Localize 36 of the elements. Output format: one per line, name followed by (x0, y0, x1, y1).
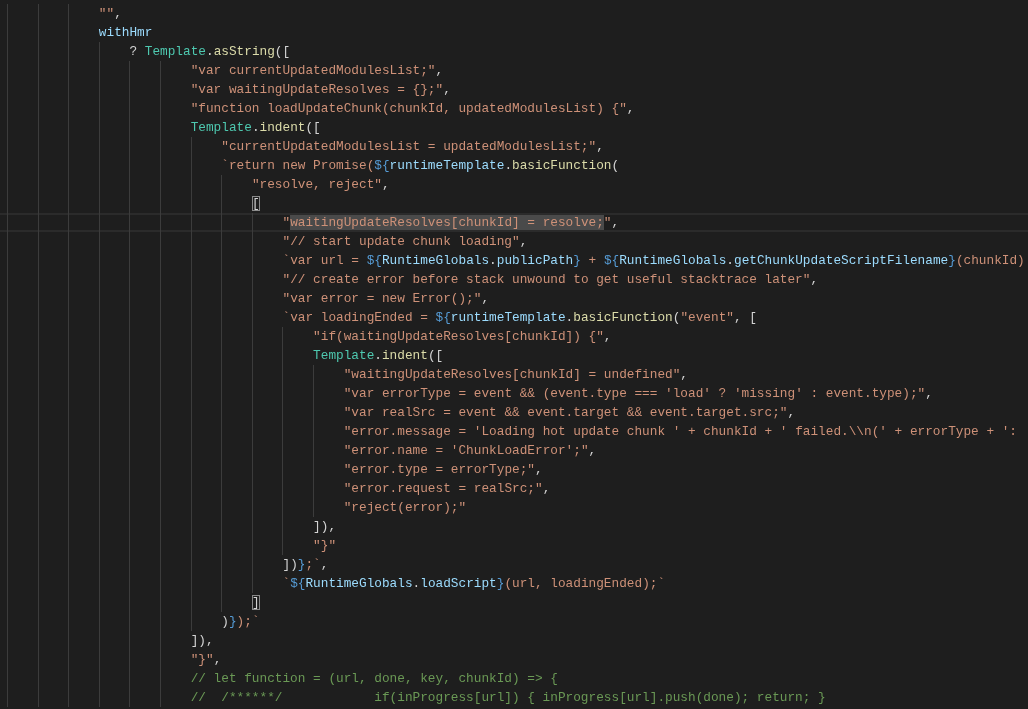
code-line: "var realSrc = event && event.target && event.target.src;", (343, 404, 796, 422)
code-line: "var error = new Error();", (282, 290, 490, 308)
code-line: withHmr (98, 24, 153, 42)
code-line: [ (251, 195, 260, 213)
code-line: "var errorType = event && (event.type === 'load' ? 'missing' : event.type);", (343, 385, 933, 403)
code-line: // /******/ if(inProgress[url]) { inProgress[url].push(done); return; } (190, 689, 826, 707)
code-line: `var loadingEnded = ${runtimeTemplate.basicFunction("event", [ (282, 309, 757, 327)
code-line: "}" (313, 537, 337, 555)
code-line: "error.type = errorType;", (343, 461, 543, 479)
code-line: "var waitingUpdateResolves = {};", (190, 81, 451, 99)
code-line: "reject(error);" (343, 499, 467, 517)
code-line: ] (251, 594, 260, 612)
code-line: ])};`, (282, 556, 329, 574)
code-line: Template.indent([ (190, 119, 321, 137)
code-line: ]), (190, 632, 214, 650)
code-line: "error.message = 'Loading hot update chunk ' + chunkId + ' failed.\\n(' + errorType + ': (343, 423, 1017, 441)
code-line: "function loadUpdateChunk(chunkId, updatedModulesList) {", (190, 100, 635, 118)
code-line: `${RuntimeGlobals.loadScript}(url, loadingEnded);` (282, 575, 666, 593)
code-line: "currentUpdatedModulesList = updatedModulesList;", (221, 138, 604, 156)
code-line: )});` (221, 613, 260, 631)
code-line: "waitingUpdateResolves[chunkId] = undefined", (343, 366, 688, 384)
code-line: ]), (313, 518, 337, 536)
code-line: "", (98, 5, 122, 23)
code-line: "var currentUpdatedModulesList;", (190, 62, 444, 80)
code-line: `return new Promise(${runtimeTemplate.basicFunction( (221, 157, 620, 175)
code-line: "error.request = realSrc;", (343, 480, 551, 498)
code-line: "if(waitingUpdateResolves[chunkId]) {", (313, 328, 612, 346)
code-line: ? Template.asString([ (129, 43, 291, 61)
code-line: `var url = ${RuntimeGlobals.publicPath} + ${RuntimeGlobals.getChunkUpdateScriptFilename}(chunkId) (282, 252, 1025, 270)
code-line: "// start update chunk loading", (282, 233, 528, 251)
code-line: "error.name = 'ChunkLoadError';", (343, 442, 597, 460)
code-line: "resolve, reject", (251, 176, 390, 194)
code-line: // let function = (url, done, key, chunkId) => { (190, 670, 558, 688)
code-line: "// create error before stack unwound to get useful stacktrace later", (282, 271, 819, 289)
code-line: Template.indent([ (313, 347, 444, 365)
code-line: "}", (190, 651, 222, 669)
